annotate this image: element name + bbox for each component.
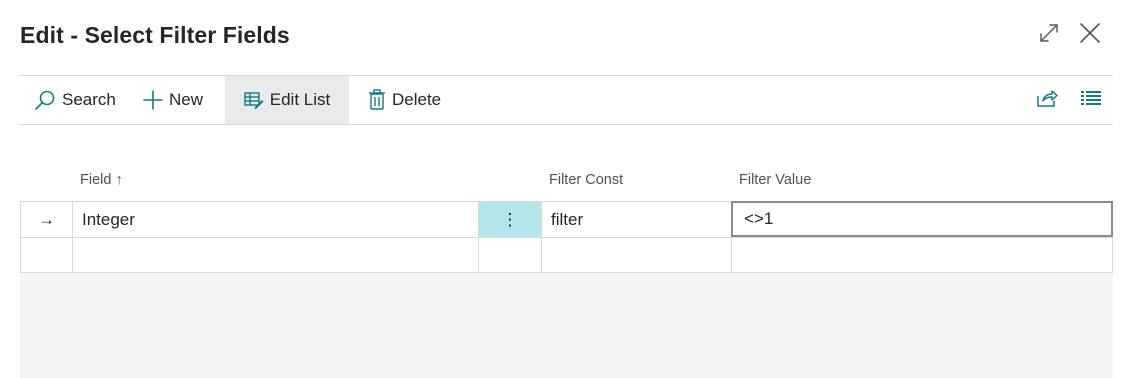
edit-list-label: Edit List [269, 90, 331, 109]
filter-value-cell[interactable] [731, 237, 1113, 273]
table-row[interactable]: → Integer ⋮ filter <>1 [20, 201, 1113, 237]
new-label: New [169, 90, 204, 109]
filter-const-cell[interactable]: filter [541, 201, 731, 237]
list-view-icon [1081, 90, 1101, 111]
filter-fields-grid: Field ↑ Filter Const Filter Value → Inte… [20, 126, 1113, 378]
trash-icon [368, 89, 386, 111]
expand-button[interactable] [1034, 20, 1064, 50]
delete-button[interactable]: Delete [368, 76, 441, 124]
sort-ascending-icon: ↑ [115, 172, 123, 188]
action-toolbar: Search New Edit List Delete [20, 75, 1113, 125]
list-view-button[interactable] [1078, 76, 1104, 124]
plus-icon [143, 90, 163, 110]
row-indicator-cell[interactable] [20, 237, 72, 273]
close-button[interactable] [1075, 20, 1105, 50]
grid-empty-area [20, 273, 1113, 378]
row-indicator-cell[interactable]: → [20, 201, 72, 237]
column-header-filter-const[interactable]: Filter Const [549, 172, 623, 188]
field-cell[interactable] [72, 237, 478, 273]
dialog-title: Edit - Select Filter Fields [20, 22, 290, 48]
grid-header: Field ↑ Filter Const Filter Value [20, 126, 1113, 201]
expand-icon [1038, 22, 1060, 49]
share-button[interactable] [1034, 76, 1060, 124]
column-header-field[interactable]: Field ↑ [80, 172, 123, 188]
table-row[interactable] [20, 237, 1113, 273]
search-label: Search [62, 90, 116, 109]
search-button[interactable]: Search [34, 76, 116, 124]
search-icon [34, 89, 56, 111]
column-header-field-label: Field [80, 172, 112, 188]
close-icon [1078, 21, 1102, 50]
edit-dialog: Edit - Select Filter Fields Search New E… [0, 0, 1125, 378]
current-row-arrow-icon: → [38, 209, 55, 229]
row-actions-cell[interactable]: ⋮ [478, 201, 541, 237]
delete-label: Delete [392, 90, 442, 109]
column-header-filter-value[interactable]: Filter Value [739, 172, 811, 188]
edit-list-icon [244, 91, 264, 109]
filter-value-input[interactable]: <>1 [731, 201, 1113, 237]
share-icon [1036, 88, 1058, 113]
more-options-icon: ⋮ [501, 209, 519, 229]
filter-const-cell[interactable] [541, 237, 731, 273]
row-actions-cell[interactable] [478, 237, 541, 273]
edit-list-button[interactable]: Edit List [225, 76, 349, 124]
new-button[interactable]: New [143, 76, 203, 124]
field-cell[interactable]: Integer [72, 201, 478, 237]
